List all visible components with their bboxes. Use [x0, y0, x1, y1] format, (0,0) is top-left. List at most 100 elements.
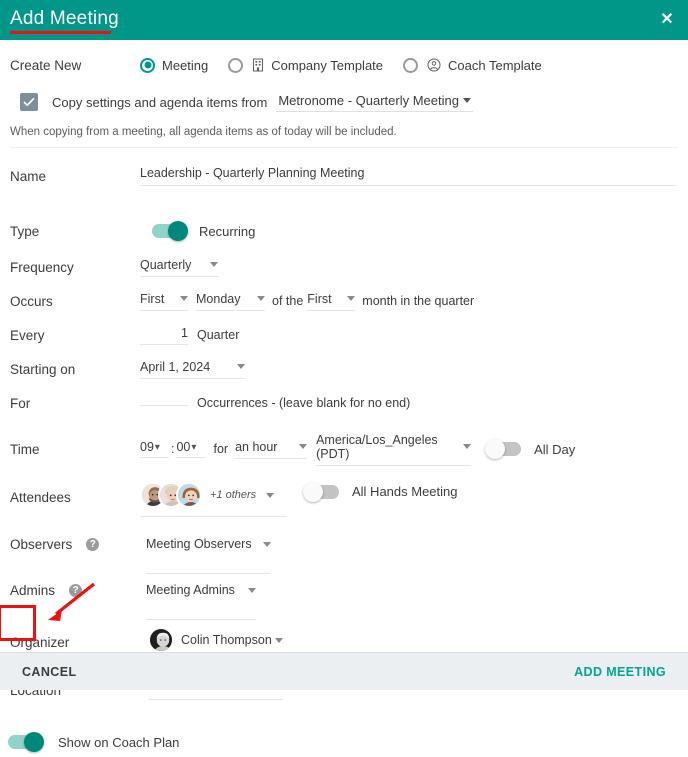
frequency-value: Quarterly — [140, 257, 192, 272]
time-hour-value: 09 — [140, 440, 154, 454]
all-hands-toggle[interactable] — [303, 481, 339, 502]
occurs-ordinal-dropdown[interactable]: First — [140, 292, 188, 311]
show-on-coach-plan-label: Show on Coach Plan — [58, 734, 180, 750]
create-new-label: Create New — [10, 57, 82, 73]
chevron-down-icon[interactable]: ▾ — [155, 442, 160, 453]
copy-settings-label: Copy settings and agenda items from — [52, 94, 268, 110]
copy-settings-checkbox[interactable] — [20, 93, 38, 111]
chevron-down-icon[interactable] — [463, 444, 472, 449]
starting-on-row: Starting on April 1, 2024 — [10, 358, 678, 380]
every-label: Every — [10, 327, 45, 343]
observers-row: Observers ? Meeting Observers — [10, 537, 678, 574]
create-new-options: Meeting Company Template Coach Template — [140, 57, 562, 73]
chevron-down-icon[interactable] — [299, 444, 308, 449]
person-circle-icon — [427, 58, 441, 72]
copy-settings-row: Copy settings and agenda items from Metr… — [10, 88, 678, 116]
time-row: Time 09 ▾ : 00 ▾ for an hour America/Los… — [10, 433, 678, 466]
radio-company-template-label: Company Template — [271, 57, 384, 73]
every-input[interactable]: 1 — [140, 326, 188, 345]
starting-on-label: Starting on — [10, 361, 76, 377]
radio-option-meeting[interactable]: Meeting — [140, 57, 209, 73]
all-day-toggle-label: All Day — [534, 441, 576, 457]
time-minute-select[interactable]: 00 ▾ — [176, 440, 206, 458]
chevron-down-icon[interactable] — [263, 541, 271, 547]
help-icon[interactable]: ? — [86, 538, 100, 551]
dialog-footer: CANCEL ADD MEETING — [0, 652, 688, 690]
chevron-down-icon[interactable]: ▾ — [191, 442, 196, 453]
frequency-dropdown[interactable]: Quarterly — [140, 258, 218, 277]
all-day-toggle[interactable] — [485, 439, 522, 459]
chevron-down-icon[interactable] — [347, 296, 356, 301]
time-duration-dropdown[interactable]: an hour — [235, 439, 308, 459]
organizer-label: Organizer — [10, 635, 70, 650]
recurring-toggle[interactable] — [152, 221, 188, 241]
radio-company-template-icon[interactable] — [228, 57, 244, 73]
recurring-toggle-label: Recurring — [199, 223, 256, 239]
help-icon[interactable]: ? — [69, 584, 83, 597]
time-separator: : — [171, 442, 175, 456]
occurs-weekday-value: Monday — [196, 291, 241, 306]
page-title: Add Meeting — [10, 8, 119, 29]
time-label: Time — [10, 441, 40, 457]
building-icon — [252, 58, 264, 72]
copy-source-value: Metronome - Quarterly Meeting — [278, 92, 459, 108]
type-row: Type Recurring — [10, 218, 678, 244]
starting-on-datepicker[interactable]: April 1, 2024 — [140, 360, 245, 379]
chevron-down-icon[interactable] — [275, 637, 283, 643]
radio-option-coach-template[interactable]: Coach Template — [403, 57, 542, 73]
observers-value: Meeting Observers — [146, 537, 252, 551]
radio-coach-template-icon[interactable] — [403, 57, 419, 73]
chevron-down-icon[interactable] — [462, 97, 471, 103]
attendees-label: Attendees — [10, 490, 71, 505]
occurs-ordinal-value: First — [140, 291, 165, 306]
show-on-coach-plan-toggle[interactable] — [8, 732, 44, 752]
chevron-down-icon[interactable] — [266, 492, 275, 498]
admins-dropdown[interactable]: Meeting Admins — [146, 583, 256, 620]
occurs-weekday-dropdown[interactable]: Monday — [196, 292, 265, 311]
chevron-down-icon[interactable] — [248, 587, 256, 593]
chevron-down-icon[interactable] — [257, 296, 265, 301]
for-hint: Occurrences - (leave blank for no end) — [197, 396, 411, 410]
radio-coach-template-label: Coach Template — [448, 57, 542, 73]
admins-row: Admins ? Meeting Admins — [10, 583, 678, 620]
cancel-button[interactable]: CANCEL — [22, 665, 76, 679]
radio-meeting-label: Meeting — [162, 57, 209, 73]
observers-label-group: Observers ? — [10, 537, 140, 552]
all-hands-toggle-label: All Hands Meeting — [352, 484, 458, 499]
frequency-row: Frequency Quarterly — [10, 256, 678, 278]
radio-option-company-template[interactable]: Company Template — [228, 57, 384, 73]
for-row: For Occurrences - (leave blank for no en… — [10, 392, 678, 414]
time-hour-select[interactable]: 09 ▾ — [140, 440, 169, 458]
occurs-month-ordinal-dropdown[interactable]: First — [307, 291, 356, 311]
chevron-down-icon[interactable] — [237, 364, 245, 369]
create-new-row: Create New Meeting Company Template Coac… — [10, 50, 678, 80]
radio-meeting-icon[interactable] — [140, 57, 155, 73]
for-input[interactable] — [140, 401, 188, 406]
attendees-row: Attendees +1 others All Hands Meeting — [10, 481, 678, 524]
occurs-suffix: month in the quarter — [362, 294, 475, 308]
title-annotation-underline — [10, 31, 111, 34]
copy-source-dropdown[interactable]: Metronome - Quarterly Meeting — [276, 93, 473, 112]
close-icon[interactable]: ✕ — [656, 9, 678, 31]
occurs-label: Occurs — [10, 293, 53, 309]
admins-label: Admins — [10, 583, 56, 598]
observers-dropdown[interactable]: Meeting Observers — [146, 537, 271, 574]
attendee-avatar-3[interactable] — [176, 482, 202, 508]
chevron-down-icon[interactable] — [210, 262, 218, 267]
attendee-avatars[interactable] — [140, 482, 202, 508]
time-duration-value: an hour — [235, 439, 278, 454]
organizer-avatar — [148, 627, 174, 653]
organizer-value: Colin Thompson — [181, 633, 272, 647]
occurs-month-ordinal-value: First — [307, 291, 332, 306]
every-row: Every 1 Quarter — [10, 324, 678, 346]
coach-plan-row: Show on Coach Plan — [8, 727, 678, 757]
name-label: Name — [10, 168, 47, 184]
timezone-dropdown[interactable]: America/Los_Angeles (PDT) — [316, 433, 472, 466]
chevron-down-icon[interactable] — [180, 296, 188, 301]
admins-value: Meeting Admins — [146, 583, 235, 597]
every-value: 1 — [181, 325, 188, 340]
add-meeting-button[interactable]: ADD MEETING — [574, 665, 666, 679]
frequency-label: Frequency — [10, 259, 74, 275]
time-for-text: for — [213, 442, 229, 456]
name-input[interactable]: Leadership - Quarterly Planning Meeting — [140, 166, 676, 186]
